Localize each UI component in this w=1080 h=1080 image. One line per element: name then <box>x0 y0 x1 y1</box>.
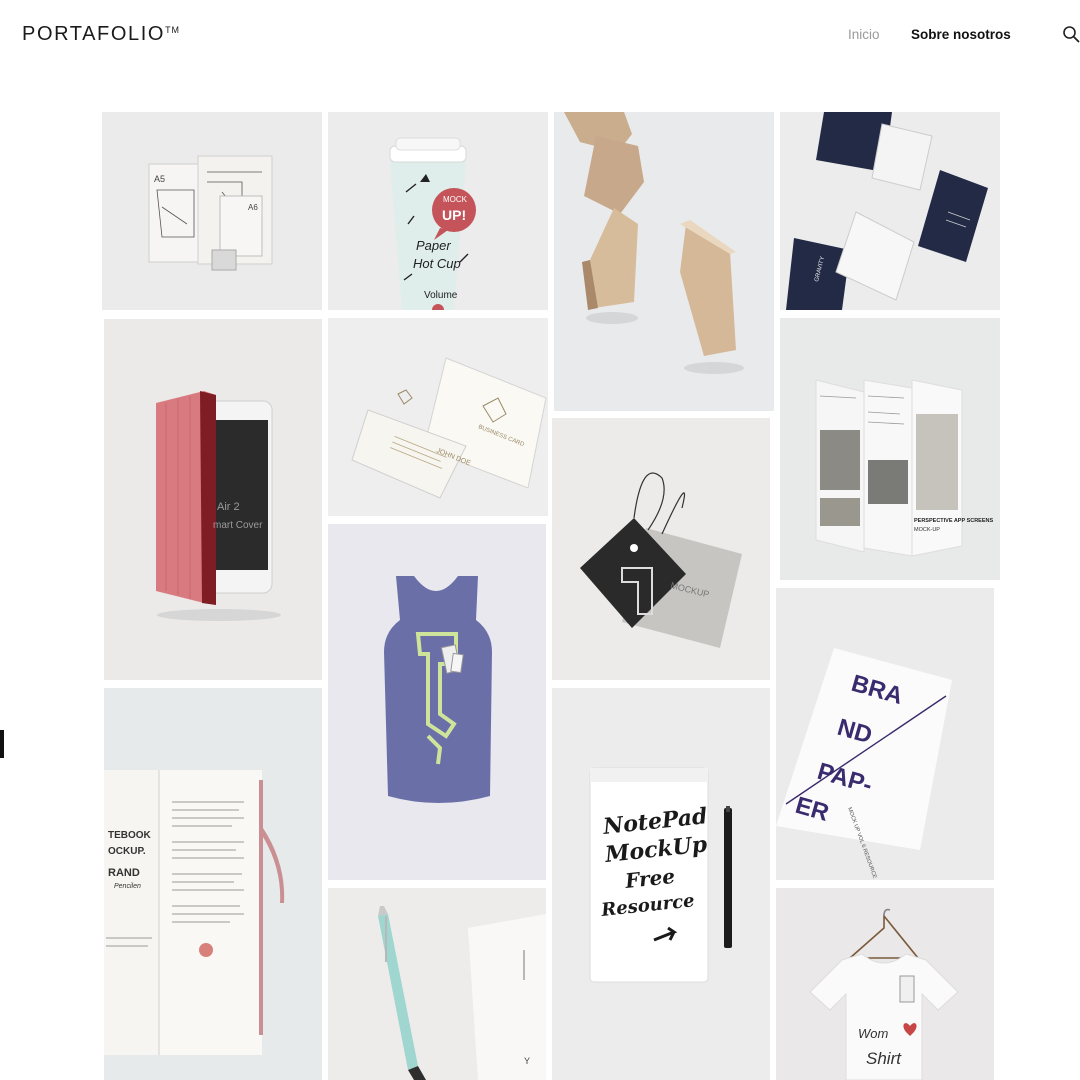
business-card-image: BUSINESS CARD JOHN DOE <box>351 357 547 499</box>
portfolio-item-app-screens[interactable]: PERSPECTIVE APP SCREENS MOCK-UP <box>780 318 1000 580</box>
notebook-line-3: RAND <box>108 867 140 879</box>
paper-cup-image: MOCK UP! Paper Hot Cup Volume <box>389 137 476 310</box>
ipad-line-1: Air 2 <box>217 501 240 513</box>
cup-paper: Paper <box>416 238 451 253</box>
pen-image: Y <box>378 906 546 1080</box>
portfolio-item-brand-paper[interactable]: BRA ND PAP- ER MOCK UP VOL 6 RESOURCE <box>776 588 994 880</box>
stationery-image: A5 A6 <box>148 155 273 271</box>
stationery-a5: A5 <box>154 174 165 184</box>
portfolio-item-stationery[interactable]: A5 A6 <box>102 112 322 310</box>
logo[interactable]: PORTAFOLIOTM <box>22 23 180 46</box>
trademark: TM <box>165 25 181 35</box>
portfolio-item-gravity-cards[interactable]: GRAVITY <box>780 112 1000 310</box>
svg-text:Y: Y <box>524 1056 530 1066</box>
notepad-image: NotePad MockUp Free Resource <box>589 767 732 983</box>
notebook-line-1: TEBOOK <box>108 830 152 841</box>
scroll-marker <box>0 730 4 758</box>
app-screens-image: PERSPECTIVE APP SCREENS MOCK-UP <box>815 379 993 557</box>
app-sub: MOCK-UP <box>914 527 940 533</box>
brand-paper-image: BRA ND PAP- ER MOCK UP VOL 6 RESOURCE <box>776 648 952 880</box>
ipad-image: Air 2 mart Cover <box>156 391 281 621</box>
portfolio-item-tshirt[interactable]: Wom Shirt <box>776 888 994 1080</box>
tshirt-line-1: Wom <box>858 1026 889 1041</box>
cup-hot: Hot Cup <box>413 256 461 271</box>
portfolio-item-pen[interactable]: Y <box>328 888 546 1080</box>
portfolio-item-hang-tag[interactable]: MOCKUP <box>552 418 770 680</box>
cup-up: UP! <box>442 207 466 223</box>
portfolio-item-notepad[interactable]: NotePad MockUp Free Resource <box>552 688 770 1080</box>
stationery-a6: A6 <box>248 203 258 212</box>
portfolio-item-tank-top[interactable] <box>328 524 546 880</box>
cup-mock: MOCK <box>443 195 468 204</box>
tshirt-image: Wom Shirt <box>809 908 959 1080</box>
app-title: PERSPECTIVE APP SCREENS <box>914 518 993 524</box>
portfolio-item-ipad[interactable]: Air 2 mart Cover <box>104 319 322 680</box>
wood-blocks-image <box>564 112 744 374</box>
nav-inicio[interactable]: Inicio <box>848 27 880 42</box>
portfolio-item-paper-cup[interactable]: MOCK UP! Paper Hot Cup Volume <box>328 112 548 310</box>
portfolio-item-notebook[interactable]: TEBOOK OCKUP. RAND Pencilen <box>104 688 322 1080</box>
notebook-image: TEBOOK OCKUP. RAND Pencilen <box>104 770 285 1055</box>
ipad-line-2: mart Cover <box>213 520 263 531</box>
notebook-line-2: OCKUP. <box>108 846 146 857</box>
search-icon[interactable] <box>1062 25 1080 43</box>
brand-name: PORTAFOLIO <box>22 23 166 45</box>
hang-tag-image: MOCKUP <box>580 472 742 648</box>
notebook-line-4: Pencilen <box>114 883 141 890</box>
nav-sobre-nosotros[interactable]: Sobre nosotros <box>911 27 1011 42</box>
cup-volume: Volume <box>424 290 458 301</box>
tank-top-image <box>384 576 492 803</box>
gravity-cards-image: GRAVITY <box>786 112 988 310</box>
portfolio-item-business-card[interactable]: BUSINESS CARD JOHN DOE <box>328 318 548 516</box>
portfolio-item-wood-blocks[interactable] <box>554 112 774 411</box>
tshirt-line-2: Shirt <box>866 1049 902 1068</box>
